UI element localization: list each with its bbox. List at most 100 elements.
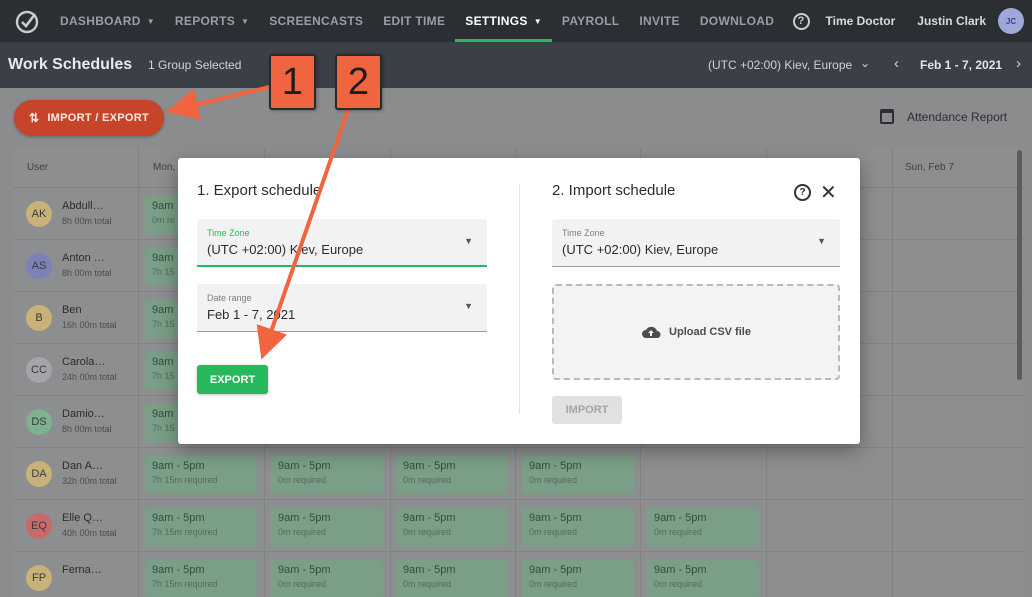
shift-block[interactable]: 9am - 5pm 0m required	[647, 560, 759, 597]
avatar[interactable]: B	[26, 305, 52, 331]
shift-block[interactable]: 9am - 5pm 7h 15m required	[145, 560, 257, 597]
help-icon[interactable]: ?	[792, 12, 810, 30]
user-name[interactable]: Dan A…	[62, 460, 103, 472]
user-name[interactable]: Elle Q…	[62, 512, 103, 524]
caret-down-icon: ▼	[464, 301, 473, 311]
shift-time: 9am - 5pm	[529, 512, 582, 524]
grid-scrollbar[interactable]	[1017, 150, 1022, 380]
shift-required: 0m required	[278, 475, 327, 485]
shift-block[interactable]: 9am - 5pm 0m required	[522, 508, 634, 546]
shift-block[interactable]: 9am - 5pm 0m required	[396, 456, 508, 494]
nav-item-settings[interactable]: SETTINGS ▼	[455, 0, 552, 42]
help-icon[interactable]: ?	[794, 184, 811, 201]
import-export-modal: 1. Export schedule Time Zone (UTC +02:00…	[178, 158, 860, 444]
nav-item-dashboard[interactable]: DASHBOARD ▼	[60, 0, 165, 42]
company-name[interactable]: Time Doctor	[826, 14, 896, 28]
import-export-button[interactable]: ⇅ IMPORT / EXPORT	[14, 100, 164, 136]
shift-required: 0m required	[529, 579, 578, 589]
callout-step-1: 1	[269, 54, 316, 110]
shift-block[interactable]: 9am - 5pm 0m required	[522, 560, 634, 597]
nav-item-label: INVITE	[639, 14, 680, 28]
upload-csv-dropzone[interactable]: Upload CSV file	[552, 284, 840, 380]
shift-time: 9am - 5pm	[278, 564, 331, 576]
field-value: (UTC +02:00) Kiev, Europe	[207, 242, 364, 257]
import-button[interactable]: IMPORT	[552, 396, 622, 424]
nav-item-edit-time[interactable]: EDIT TIME	[373, 0, 455, 42]
modal-divider	[519, 184, 520, 414]
field-value: (UTC +02:00) Kiev, Europe	[562, 242, 719, 257]
nav-item-label: DASHBOARD	[60, 14, 141, 28]
nav-item-label: REPORTS	[174, 14, 236, 28]
chevron-right-icon[interactable]: ›	[1016, 55, 1021, 72]
user-name[interactable]: Justin Clark	[917, 14, 986, 28]
user-name[interactable]: Carola…	[62, 356, 105, 368]
avatar[interactable]: AS	[26, 253, 52, 279]
avatar[interactable]: JC	[998, 8, 1024, 34]
date-range-label[interactable]: Feb 1 - 7, 2021	[920, 58, 1002, 72]
nav-item-reports[interactable]: REPORTS ▼	[165, 0, 259, 42]
table-row: DA Dan A… 32h 00m total 9am - 5pm 7h 15m req…	[14, 448, 1024, 500]
time-doctor-logo-icon[interactable]	[14, 8, 40, 34]
shift-required: 0m required	[403, 475, 452, 485]
user-name[interactable]: Ben	[62, 304, 82, 316]
user-name[interactable]: Anton …	[62, 252, 105, 264]
import-timezone-select[interactable]: Time Zone (UTC +02:00) Kiev, Europe ▼	[552, 219, 840, 267]
export-timezone-select[interactable]: Time Zone (UTC +02:00) Kiev, Europe ▼	[197, 219, 487, 267]
shift-time: 9am - 5pm	[152, 460, 205, 472]
timezone-selector[interactable]: (UTC +02:00) Kiev, Europe	[708, 58, 852, 72]
cloud-upload-icon	[642, 326, 661, 338]
shift-block[interactable]: 9am - 5pm 0m required	[647, 508, 759, 546]
export-section-title: 1. Export schedule	[197, 182, 322, 199]
nav-item-screencasts[interactable]: SCREENCASTS	[259, 0, 373, 42]
nav-item-label: DOWNLOAD	[699, 14, 775, 28]
shift-time: 9am - 5pm	[152, 512, 205, 524]
nav-item-label: SCREENCASTS	[269, 14, 364, 28]
group-selector[interactable]: 1 Group Selected	[148, 58, 241, 72]
avatar[interactable]: AK	[26, 201, 52, 227]
field-label: Time Zone	[562, 228, 605, 238]
column-header-mon: Mon,	[153, 162, 176, 173]
shift-required: 0m required	[654, 527, 703, 537]
shift-block[interactable]: 9am - 5pm 0m required	[271, 560, 383, 597]
avatar[interactable]: DS	[26, 409, 52, 435]
shift-block[interactable]: 9am - 5pm 7h 15m required	[145, 508, 257, 546]
nav-item-invite[interactable]: INVITE	[629, 0, 689, 42]
attendance-report-link[interactable]: Attendance Report	[880, 109, 1007, 124]
shift-time: 9am - 5pm	[403, 512, 456, 524]
shift-required: 0m required	[529, 527, 578, 537]
user-name[interactable]: Ferna…	[62, 564, 102, 576]
user-total-hours: 24h 00m total	[62, 372, 117, 382]
shift-block[interactable]: 9am - 5pm 0m required	[396, 560, 508, 597]
import-export-label: IMPORT / EXPORT	[47, 112, 150, 124]
swap-vertical-icon: ⇅	[28, 111, 40, 125]
shift-block[interactable]: 9am - 5pm 0m required	[522, 456, 634, 494]
shift-time: 9am - 5pm	[654, 512, 707, 524]
caret-down-icon: ▼	[817, 236, 826, 246]
user-name[interactable]: Damio…	[62, 408, 105, 420]
shift-block[interactable]: 9am - 5pm 7h 15m required	[145, 456, 257, 494]
field-label: Time Zone	[207, 228, 250, 238]
user-total-hours: 8h 00m total	[62, 216, 112, 226]
chevron-down-icon[interactable]: ⌄	[860, 56, 870, 70]
close-icon[interactable]: ✕	[820, 180, 837, 205]
export-button[interactable]: EXPORT	[197, 365, 268, 394]
user-name[interactable]: Abdull…	[62, 200, 104, 212]
avatar[interactable]: FP	[26, 565, 52, 591]
nav-item-payroll[interactable]: PAYROLL	[552, 0, 629, 42]
avatar[interactable]: EQ	[26, 513, 52, 539]
nav-item-download[interactable]: DOWNLOAD	[690, 0, 784, 42]
chevron-left-icon[interactable]: ‹	[894, 55, 899, 72]
shift-block[interactable]: 9am - 5pm 0m required	[396, 508, 508, 546]
shift-block[interactable]: 9am - 5pm 0m required	[271, 456, 383, 494]
chevron-down-icon: ▼	[533, 16, 542, 26]
chevron-down-icon: ▼	[241, 16, 250, 26]
avatar[interactable]: CC	[26, 357, 52, 383]
shift-block[interactable]: 9am - 5pm 0m required	[271, 508, 383, 546]
user-total-hours: 32h 00m total	[62, 476, 117, 486]
shift-required: 0m required	[654, 579, 703, 589]
shift-required: 7h 15m required	[152, 475, 218, 485]
date-range-select[interactable]: Date range Feb 1 - 7, 2021 ▼	[197, 284, 487, 332]
shift-time: 9am - 5pm	[278, 512, 331, 524]
avatar[interactable]: DA	[26, 461, 52, 487]
nav-item-label: SETTINGS	[465, 14, 528, 28]
